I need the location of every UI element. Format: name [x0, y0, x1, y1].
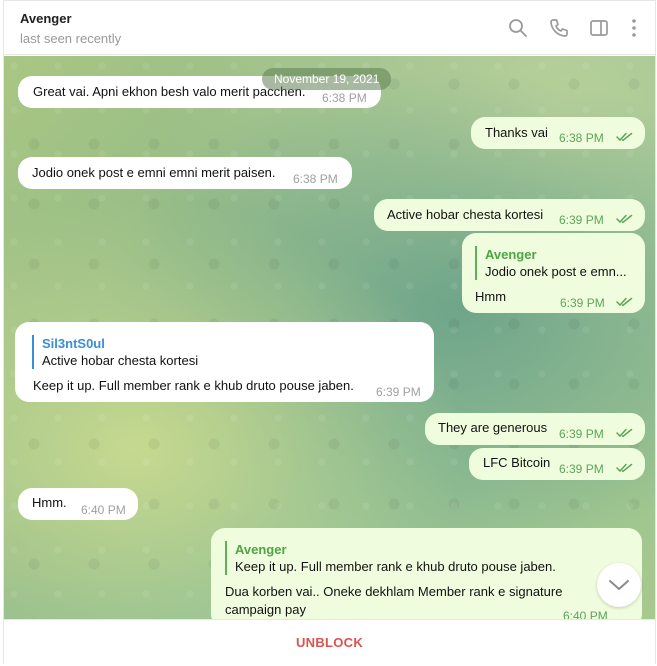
reply-text: Active hobar chesta kortesi	[42, 353, 199, 368]
message-time: 6:40 PM	[81, 503, 126, 517]
message-time: 6:38 PM	[559, 131, 604, 145]
phone-icon[interactable]	[548, 17, 570, 39]
chat-window: Avenger last seen recently Great vai. Ap…	[3, 0, 656, 664]
reply-text: Jodio onek post e emn...	[485, 264, 627, 279]
message-text: Thanks vai	[485, 125, 548, 140]
message-bubble-out[interactable]: They are generous 6:39 PM	[425, 413, 645, 445]
chat-status: last seen recently	[20, 31, 122, 46]
reply-quote[interactable]: Avenger Keep it up. Full member rank e k…	[225, 541, 625, 575]
message-text: Keep it up. Full member rank e khub drut…	[33, 378, 354, 393]
reply-quote[interactable]: Avenger Jodio onek post e emn...	[475, 246, 635, 280]
reply-text: Keep it up. Full member rank e khub drut…	[235, 559, 556, 574]
sidebar-icon[interactable]	[588, 17, 610, 39]
reply-author: Avenger	[485, 247, 537, 262]
message-time: 6:39 PM	[559, 427, 604, 441]
message-time: 6:38 PM	[293, 172, 338, 186]
chat-name[interactable]: Avenger	[20, 11, 72, 26]
message-time: 6:39 PM	[376, 385, 421, 399]
message-time: 6:39 PM	[559, 213, 604, 227]
message-bubble-out[interactable]: Thanks vai 6:38 PM	[471, 117, 645, 149]
unblock-button[interactable]: UNBLOCK	[4, 620, 655, 665]
read-check-icon	[616, 132, 633, 142]
message-text: Hmm.	[32, 495, 67, 510]
reply-author: Sil3ntS0ul	[42, 336, 105, 351]
scroll-down-button[interactable]	[597, 563, 641, 607]
message-text: Hmm	[475, 289, 507, 304]
message-bubble-out[interactable]: Active hobar chesta kortesi 6:39 PM	[374, 199, 645, 231]
message-bubble-out[interactable]: Avenger Keep it up. Full member rank e k…	[211, 528, 642, 619]
bottom-bar: UNBLOCK	[4, 619, 655, 664]
message-bubble-out[interactable]: Avenger Jodio onek post e emn... Hmm 6:3…	[462, 233, 645, 313]
message-list[interactable]: Great vai. Apni ekhon besh valo merit pa…	[4, 56, 655, 619]
date-separator: November 19, 2021	[262, 68, 392, 90]
message-text: Jodio onek post e emni emni merit paisen…	[32, 165, 276, 180]
message-bubble-in[interactable]: Jodio onek post e emni emni merit paisen…	[18, 157, 352, 189]
message-bubble-in[interactable]: Hmm. 6:40 PM	[18, 488, 138, 520]
message-text-line: campaign pay	[225, 602, 306, 617]
message-time: 6:38 PM	[322, 91, 367, 105]
read-check-icon	[616, 428, 633, 438]
read-check-icon	[616, 297, 633, 307]
reply-author: Avenger	[235, 542, 287, 557]
message-text: LFC Bitcoin	[483, 455, 551, 470]
search-icon[interactable]	[507, 17, 529, 39]
read-check-icon	[616, 214, 633, 224]
reply-quote[interactable]: Sil3ntS0ul Active hobar chesta kortesi	[32, 335, 412, 369]
message-text-line: Dua korben vai.. Oneke dekhlam Member ra…	[225, 584, 563, 599]
message-bubble-in[interactable]: Sil3ntS0ul Active hobar chesta kortesi K…	[15, 322, 434, 402]
message-time: 6:39 PM	[560, 296, 605, 310]
chevron-down-icon	[609, 580, 629, 590]
chat-header: Avenger last seen recently	[4, 1, 655, 55]
message-text: Active hobar chesta kortesi	[387, 207, 544, 222]
message-text: They are generous	[438, 420, 548, 435]
more-vertical-icon[interactable]	[623, 17, 645, 39]
message-time: 6:39 PM	[559, 462, 604, 476]
message-time: 6:40 PM	[563, 609, 608, 619]
read-check-icon	[616, 463, 633, 473]
message-bubble-out[interactable]: LFC Bitcoin 6:39 PM	[469, 448, 645, 480]
